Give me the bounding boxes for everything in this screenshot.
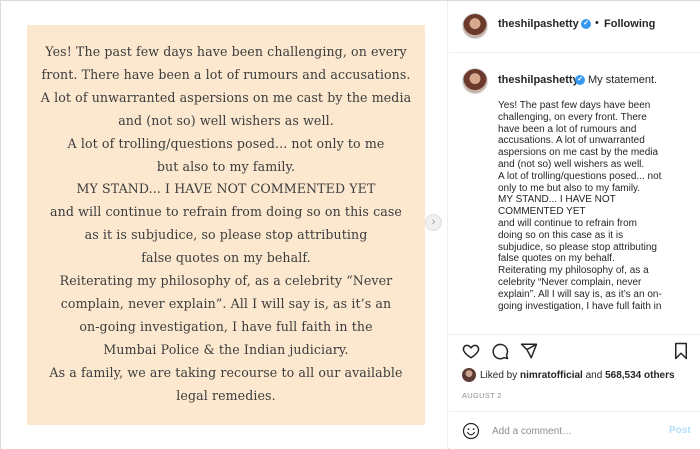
statement-line: and (not so) well wishers as well. <box>118 112 334 128</box>
caption-line: going investigation, I have full faith i… <box>498 300 662 312</box>
caption-line: MY STAND... I HAVE NOT <box>498 194 616 206</box>
caption-line: A lot of trolling/questions posed... not <box>498 170 662 182</box>
post-media: Yes! The past few days have been challen… <box>1 1 448 449</box>
statement-line: complain, never explain”. All I will say… <box>60 295 392 311</box>
share-icon[interactable] <box>520 342 538 360</box>
statement-line: A lot of trolling/questions posed... not… <box>67 135 385 151</box>
post-header: theshilpashetty ✓ • Following <box>449 1 700 53</box>
statement-line: as it is subjudice, so please stop attri… <box>84 227 368 243</box>
statement-line: front. There have been a lot of rumours … <box>41 66 411 82</box>
post-modal: Yes! The past few days have been challen… <box>0 0 700 449</box>
caption-line: and will continue to refrain from <box>498 217 637 229</box>
caption-text: Yes! The past few days have been challeng… <box>498 100 688 312</box>
post-caption: theshilpashetty ✓ My statement. Yes! The… <box>449 54 700 334</box>
following-button[interactable]: Following <box>604 18 655 30</box>
likes-summary: Liked by nimratofficial and 568,534 othe… <box>462 366 697 386</box>
statement-line: Reiterating my philosophy of, as a celeb… <box>59 273 393 289</box>
caption-line: subjudice, so please stop attributing <box>498 241 657 253</box>
comment-icon[interactable] <box>491 342 509 360</box>
liker-username[interactable]: nimratofficial <box>520 370 583 381</box>
statement-line: As a family, we are taking recourse to a… <box>49 364 403 380</box>
bookmark-icon[interactable] <box>672 342 690 360</box>
caption-avatar[interactable] <box>462 68 488 94</box>
comment-input[interactable] <box>492 421 652 441</box>
statement-line: false quotes on my behalf. <box>141 250 311 266</box>
post-date[interactable]: AUGUST 2 <box>462 391 502 400</box>
caption-line: false quotes on my behalf. <box>498 253 615 265</box>
caption-line: doing so on this case as it is <box>498 229 624 241</box>
caption-line: aspersions on me cast by the media <box>498 147 659 159</box>
likes-prefix: Liked by <box>480 370 521 381</box>
statement-line: legal remedies. <box>176 387 276 403</box>
statement-line: Mumbai Police & the Indian judiciary. <box>103 341 349 357</box>
verified-badge-icon: ✓ <box>575 75 585 85</box>
caption-line: have been a lot of rumours and <box>498 123 637 135</box>
statement-line: MY STAND... I HAVE NOT COMMENTED YET <box>76 181 376 197</box>
statement-line: on-going investigation, I have full fait… <box>79 318 373 334</box>
statement-line: but also to my family. <box>156 158 296 174</box>
heart-icon[interactable] <box>462 342 480 360</box>
comment-bar: Post <box>449 411 700 449</box>
caption-line: Reiterating my philosophy of, as a <box>498 265 649 277</box>
caption-username[interactable]: theshilpashetty <box>498 74 579 86</box>
caption-line: challenging, on every front. There <box>498 111 647 123</box>
header-username[interactable]: theshilpashetty <box>498 18 579 30</box>
post-sidebar: theshilpashetty ✓ • Following theshilpas… <box>449 1 700 449</box>
statement-image: Yes! The past few days have been challen… <box>27 25 425 425</box>
caption-line: and (not so) well wishers as well. <box>498 158 645 170</box>
statement-line: A lot of unwarranted aspersions on me ca… <box>40 89 412 105</box>
liker-avatar[interactable] <box>462 368 476 382</box>
statement-image-text: Yes! The past few days have been challen… <box>27 41 425 408</box>
caption-line: explain”. All I will say is, as it’s an … <box>498 288 662 300</box>
action-bar <box>449 334 700 364</box>
caption-line: only to me but also to my family. <box>498 182 641 194</box>
caption-line: Yes! The past few days have been <box>498 100 651 111</box>
caption-headline: My statement. <box>588 74 658 86</box>
verified-badge-icon: ✓ <box>581 19 591 29</box>
likes-middle: and <box>582 370 606 381</box>
caption-line: COMMENTED YET <box>498 206 586 218</box>
post-comment-button[interactable]: Post <box>669 425 691 436</box>
caption-line: celebrity “Never complain, never <box>498 276 642 288</box>
likes-count[interactable]: 568,534 others <box>605 370 675 381</box>
caption-line: accusations. A lot of unwarranted <box>498 135 645 147</box>
avatar[interactable] <box>462 13 488 39</box>
statement-line: and will continue to refrain from doing … <box>50 204 402 220</box>
next-image-button[interactable]: › <box>425 214 442 231</box>
separator-dot: • <box>595 17 599 29</box>
emoji-icon[interactable] <box>462 422 480 440</box>
statement-line: Yes! The past few days have been challen… <box>45 44 407 59</box>
